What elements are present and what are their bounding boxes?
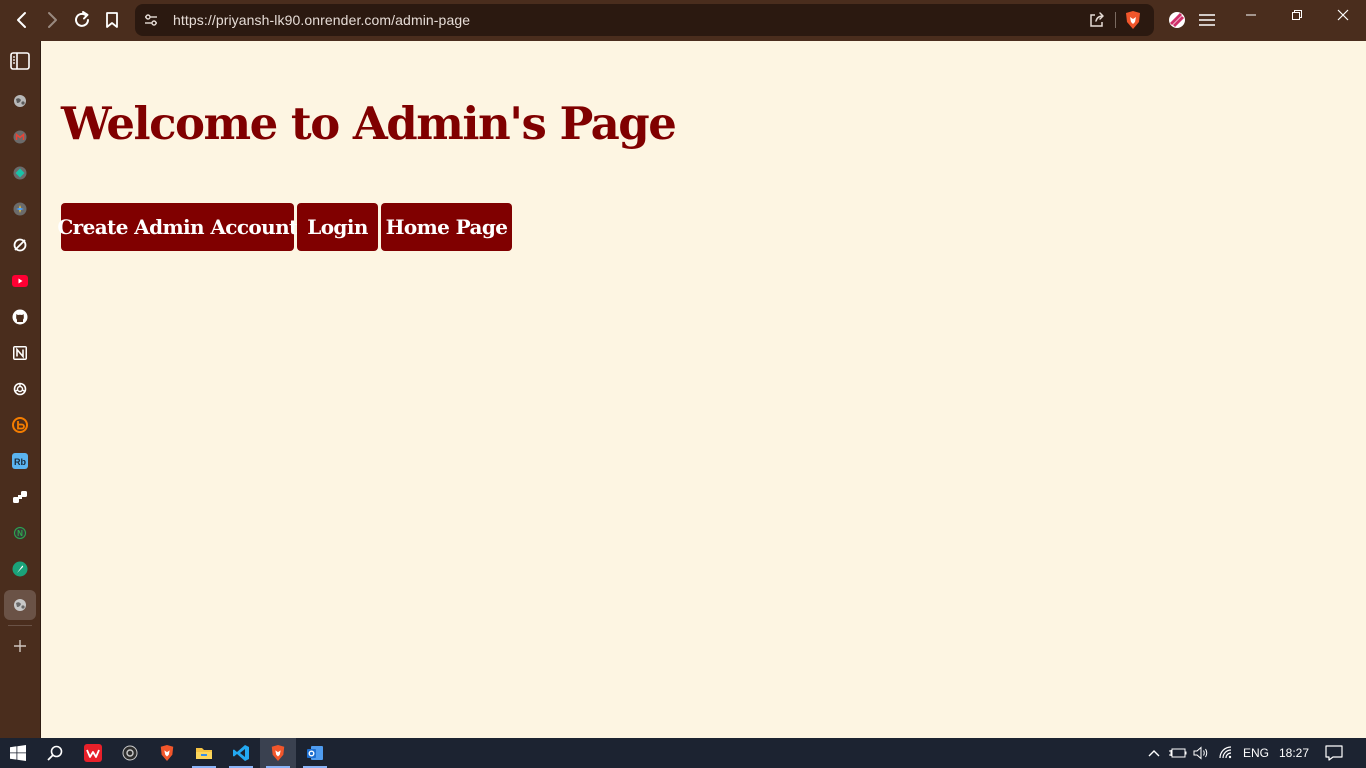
minimize-icon[interactable] (1228, 0, 1274, 30)
globe-icon[interactable] (4, 86, 36, 116)
bookmark-site-icon[interactable] (4, 158, 36, 188)
svg-text:N: N (17, 529, 23, 538)
wifi-icon[interactable] (1218, 738, 1236, 768)
browser-toolbar: https://priyansh-lk90.onrender.com/admin… (0, 0, 1366, 41)
brave-active-icon[interactable] (260, 738, 296, 768)
node-icon[interactable]: N (4, 518, 36, 548)
clock[interactable]: 18:27 (1276, 738, 1312, 768)
notion-icon[interactable] (4, 338, 36, 368)
rb-icon[interactable]: Rb (4, 446, 36, 476)
brave-shields-icon[interactable] (1123, 10, 1143, 30)
address-bar[interactable]: https://priyansh-lk90.onrender.com/admin… (135, 4, 1154, 36)
back-arrow-icon[interactable] (10, 8, 34, 32)
site-settings-icon[interactable] (141, 10, 161, 30)
show-hidden-icons-icon[interactable] (1146, 738, 1162, 768)
menu-icon[interactable] (1195, 8, 1219, 32)
feather-icon[interactable] (4, 554, 36, 584)
home-page-button[interactable]: Home Page (381, 203, 512, 251)
search-icon[interactable] (37, 738, 73, 768)
chatgpt-icon[interactable] (4, 374, 36, 404)
brave-icon[interactable] (149, 738, 185, 768)
rewards-icon[interactable] (1165, 8, 1189, 32)
browser-sidebar: Rb N (0, 41, 41, 738)
compass-site-icon[interactable] (4, 194, 36, 224)
file-explorer-icon[interactable] (186, 738, 222, 768)
obs-icon[interactable] (112, 738, 148, 768)
windows-taskbar: ENG 18:27 (0, 738, 1366, 768)
gmail-icon[interactable] (4, 122, 36, 152)
forward-arrow-icon[interactable] (40, 8, 64, 32)
cubes-icon[interactable] (4, 482, 36, 512)
restore-icon[interactable] (1274, 0, 1320, 30)
wps-office-icon[interactable] (75, 738, 111, 768)
sidebar-panel-icon[interactable] (4, 46, 36, 76)
bookmark-icon[interactable] (100, 8, 124, 32)
url-text[interactable]: https://priyansh-lk90.onrender.com/admin… (173, 4, 470, 36)
login-button[interactable]: Login (297, 203, 378, 251)
blogger-icon[interactable] (4, 410, 36, 440)
battery-icon[interactable] (1168, 738, 1188, 768)
language-indicator[interactable]: ENG (1240, 738, 1272, 768)
volume-icon[interactable] (1192, 738, 1212, 768)
reload-icon[interactable] (70, 8, 94, 32)
share-icon[interactable] (1087, 10, 1107, 30)
close-icon[interactable] (1320, 0, 1366, 30)
add-icon[interactable] (4, 631, 36, 661)
globe-active-icon[interactable] (4, 590, 36, 620)
svg-text:Rb: Rb (14, 457, 26, 467)
outlook-icon[interactable] (297, 738, 333, 768)
youtube-icon[interactable] (4, 266, 36, 296)
page-title: Welcome to Admin's Page (61, 97, 677, 150)
github-icon[interactable] (4, 302, 36, 332)
notifications-icon[interactable] (1320, 738, 1348, 768)
create-admin-account-button[interactable]: Create Admin Account (57, 203, 298, 251)
loop-site-icon[interactable] (4, 230, 36, 260)
windows-start-icon[interactable] (0, 738, 36, 768)
vscode-icon[interactable] (223, 738, 259, 768)
page-content: Welcome to Admin's Page Create Admin Acc… (41, 41, 1366, 738)
